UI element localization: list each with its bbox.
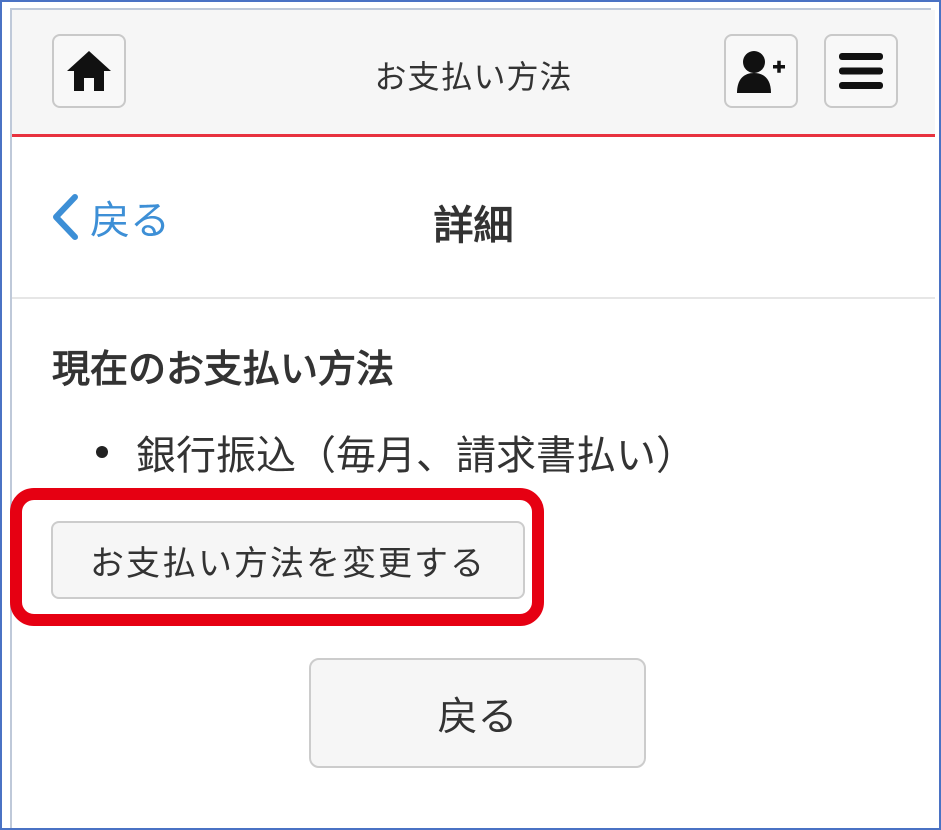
- change-payment-method-button[interactable]: お支払い方法を変更する: [51, 521, 525, 599]
- hamburger-menu-icon: [839, 53, 883, 89]
- app-header: お支払い方法: [12, 10, 935, 137]
- add-user-button[interactable]: [724, 34, 798, 108]
- sub-navigation: 戻る 詳細: [12, 137, 935, 299]
- payment-method-label: 銀行振込（毎月、請求書払い）: [136, 433, 696, 479]
- back-button[interactable]: 戻る: [309, 658, 646, 768]
- payment-method-list: 銀行振込（毎月、請求書払い）: [96, 423, 696, 481]
- menu-button[interactable]: [824, 34, 898, 108]
- bullet-icon: [96, 446, 108, 458]
- payment-method-item: 銀行振込（毎月、請求書払い）: [96, 423, 696, 481]
- add-user-icon: [737, 51, 785, 93]
- page-title: 詳細: [433, 203, 514, 249]
- current-payment-heading: 現在のお支払い方法: [52, 347, 395, 391]
